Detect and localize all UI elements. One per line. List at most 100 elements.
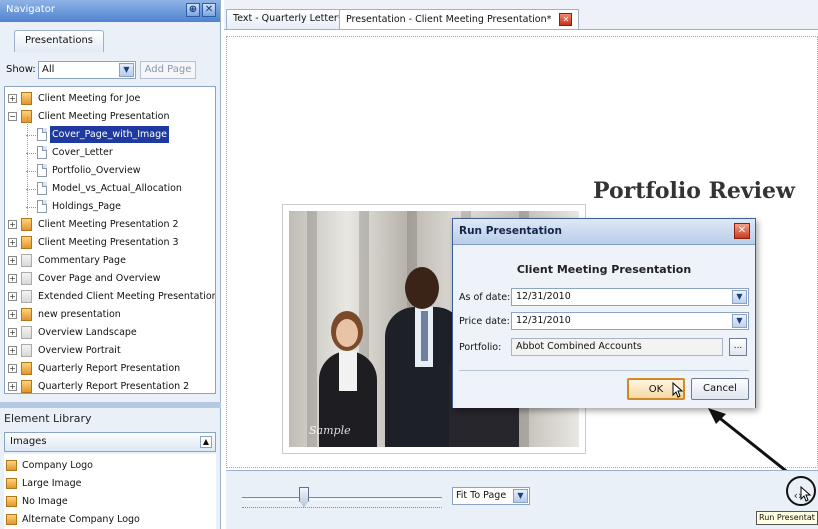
cancel-button[interactable]: Cancel — [691, 378, 749, 400]
navigator-tabs: Presentations — [14, 30, 105, 52]
close-icon[interactable]: ✕ — [202, 3, 216, 17]
fit-to-page-select[interactable]: Fit To Page ▼ — [452, 487, 530, 505]
dialog-divider — [459, 370, 749, 371]
tab-quarterly-letter[interactable]: Text - Quarterly Letter* — [226, 9, 350, 29]
image-element-icon — [6, 496, 17, 507]
expand-icon[interactable]: + — [8, 94, 17, 103]
expand-icon[interactable]: + — [8, 256, 17, 265]
fit-select-value: Fit To Page — [456, 490, 507, 501]
library-item[interactable]: Company Logo — [6, 457, 93, 474]
expand-icon[interactable]: + — [8, 238, 17, 247]
element-library-title: Element Library — [4, 412, 92, 425]
tree-page-item[interactable]: Cover_Letter — [8, 144, 213, 161]
zoom-slider-thumb[interactable] — [299, 487, 309, 507]
tree-item-label: Cover Page and Overview — [38, 273, 161, 284]
as-of-date-value: 12/31/2010 — [516, 291, 571, 302]
chevron-down-icon[interactable]: ▼ — [732, 290, 747, 304]
library-item-label: No Image — [22, 496, 68, 507]
browse-portfolio-button[interactable]: ... — [729, 338, 747, 356]
tab-presentations[interactable]: Presentations — [14, 30, 105, 52]
tree-page-item[interactable]: Cover_Page_with_Image — [8, 126, 213, 143]
close-icon[interactable]: ✕ — [559, 13, 573, 26]
tree-item-label: Portfolio_Overview — [52, 165, 141, 176]
tree-presentation-item[interactable]: + Overview Landscape — [8, 324, 213, 341]
show-select[interactable]: All ▼ — [38, 61, 136, 79]
expand-icon[interactable]: + — [8, 364, 17, 373]
tree-item-label: Cover_Page_with_Image — [50, 126, 169, 143]
price-date-label: Price date: — [459, 316, 510, 327]
tab-client-meeting-presentation[interactable]: Presentation - Client Meeting Presentati… — [339, 9, 580, 29]
expand-icon[interactable]: + — [8, 382, 17, 391]
tree-item-label: Client Meeting for Joe — [38, 93, 141, 104]
image-element-icon — [6, 514, 17, 525]
tree-presentation-item[interactable]: + Extended Client Meeting Presentation — [8, 288, 216, 305]
portfolio-field[interactable]: Abbot Combined Accounts — [511, 338, 723, 356]
page-icon — [37, 164, 47, 177]
tree-presentation-item[interactable]: + new presentation — [8, 306, 213, 323]
portfolio-label: Portfolio: — [459, 342, 502, 353]
pin-icon[interactable]: ⊕ — [186, 3, 200, 17]
dialog-body: Client Meeting Presentation As of date: … — [453, 246, 755, 408]
portfolio-row: Portfolio: Abbot Combined Accounts ... — [459, 338, 749, 358]
chevron-down-icon[interactable]: ▼ — [732, 314, 747, 328]
expand-icon[interactable]: + — [8, 346, 17, 355]
as-of-date-field[interactable]: 12/31/2010 ▼ — [511, 288, 749, 306]
tree-presentation-item[interactable]: + Commentary Page — [8, 252, 213, 269]
library-item-label: Large Image — [22, 478, 82, 489]
library-item[interactable]: No Image — [6, 493, 68, 510]
tree-item-label: Overview Landscape — [38, 327, 137, 338]
chevron-down-icon[interactable]: ▼ — [513, 489, 528, 503]
tree-presentation-item[interactable]: + Quarterly Report Presentation — [8, 360, 213, 377]
run-presentation-tooltip: Run Presentat — [756, 511, 818, 525]
category-label: Images — [10, 436, 47, 447]
tab-label: Text - Quarterly Letter* — [233, 13, 343, 24]
tree-presentation-item[interactable]: + Quarterly Report Presentation 2 — [8, 378, 213, 393]
dialog-heading: Client Meeting Presentation — [516, 263, 692, 276]
add-page-button[interactable]: Add Page — [140, 61, 196, 79]
tree-presentation-item[interactable]: + Client Meeting Presentation 2 — [8, 216, 213, 233]
presentation-icon — [21, 308, 32, 321]
page-icon — [37, 200, 47, 213]
tree-presentation-item[interactable]: + Client Meeting Presentation 3 — [8, 234, 213, 251]
tree-presentation-item[interactable]: + Cover Page and Overview — [8, 270, 213, 287]
tree-item-label: Client Meeting Presentation 3 — [38, 237, 179, 248]
expand-icon[interactable]: + — [8, 292, 17, 301]
expand-icon[interactable]: + — [8, 310, 17, 319]
page-icon — [37, 182, 47, 195]
price-date-field[interactable]: 12/31/2010 ▼ — [511, 312, 749, 330]
tree-page-item[interactable]: Model_vs_Actual_Allocation — [8, 180, 213, 197]
collapse-icon[interactable]: ▲ — [200, 436, 212, 448]
tree-presentation-item[interactable]: + Client Meeting for Joe — [8, 90, 213, 107]
page-icon — [37, 128, 47, 141]
presentation-icon — [21, 92, 32, 105]
expand-icon[interactable]: + — [8, 274, 17, 283]
collapse-icon[interactable]: − — [8, 112, 17, 121]
library-item[interactable]: Alternate Company Logo — [6, 511, 140, 528]
presentation-tree: + Client Meeting for Joe − Client Meeting P… — [4, 86, 216, 394]
library-item[interactable]: Large Image — [6, 475, 82, 492]
close-icon[interactable]: ✕ — [734, 223, 750, 239]
expand-icon[interactable]: + — [8, 328, 17, 337]
chevron-down-icon[interactable]: ▼ — [119, 63, 134, 77]
tree-presentation-item[interactable]: − Client Meeting Presentation — [8, 108, 213, 125]
element-library-list: Company Logo Large Image No Image Alternate… — [4, 454, 216, 529]
image-element-icon — [6, 478, 17, 489]
tree-page-item[interactable]: Holdings_Page — [8, 198, 213, 215]
tree-item-label: Extended Client Meeting Presentation — [38, 291, 216, 302]
tree-presentation-item[interactable]: + Overview Portrait — [8, 342, 213, 359]
presentation-icon — [21, 254, 32, 267]
library-item-label: Alternate Company Logo — [22, 514, 140, 525]
tree-page-item[interactable]: Portfolio_Overview — [8, 162, 213, 179]
presentation-icon — [21, 380, 32, 393]
show-filter-row: Show: All ▼ Add Page — [4, 60, 216, 82]
portfolio-value: Abbot Combined Accounts — [516, 341, 642, 352]
expand-icon[interactable]: + — [8, 220, 17, 229]
tree-item-label: Cover_Letter — [52, 147, 113, 158]
presentation-icon — [21, 362, 32, 375]
mouse-cursor-icon — [672, 382, 684, 398]
element-library-category[interactable]: Images ▲ — [4, 432, 216, 452]
zoom-slider-track[interactable] — [242, 497, 442, 500]
dialog-title-bar[interactable]: Run Presentation ✕ — [453, 219, 755, 245]
mouse-cursor-icon — [800, 486, 812, 502]
panel-splitter[interactable] — [0, 402, 221, 408]
